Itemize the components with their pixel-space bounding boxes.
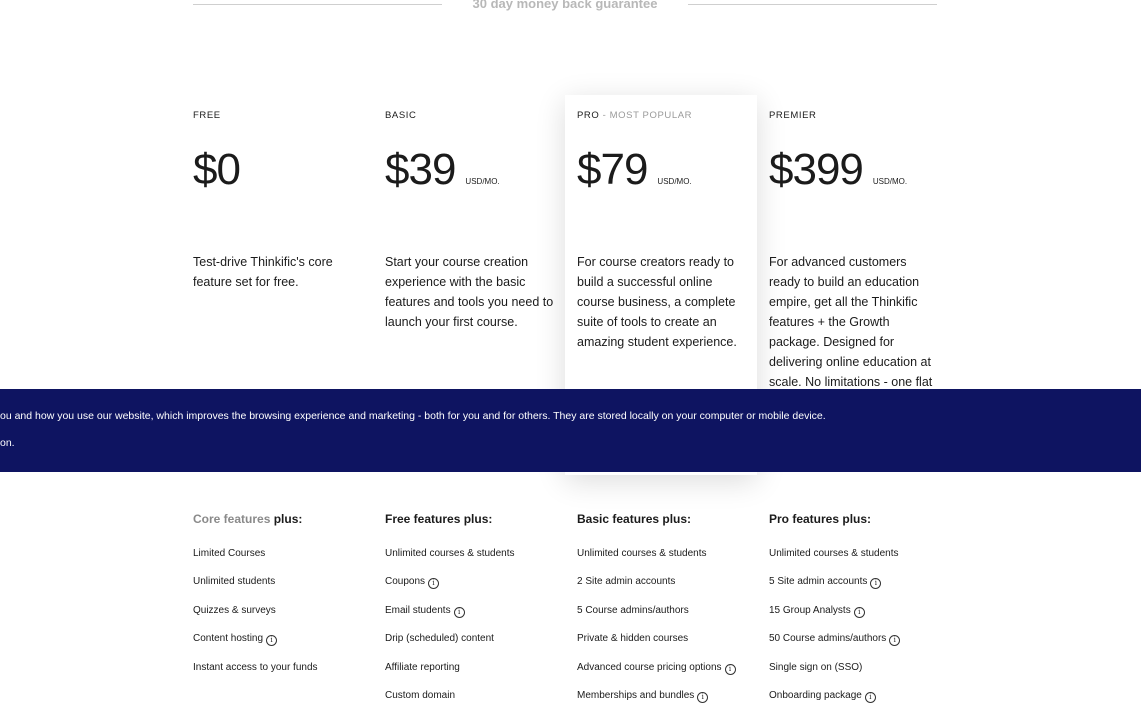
- plan-pro: PRO - MOST POPULAR $79 USD/MO. For cours…: [577, 110, 757, 352]
- plan-basic: BASIC $39 USD/MO. Start your course crea…: [385, 110, 565, 332]
- feature-item: 5 Site admin accounts i: [769, 575, 959, 603]
- features-free: Core features plus: Limited Courses Unlim…: [193, 512, 383, 689]
- feature-label: Private & hidden courses: [577, 633, 689, 645]
- plan-price: $39: [385, 145, 456, 194]
- feature-label: Affiliate reporting: [385, 661, 460, 673]
- feature-item: Unlimited courses & students: [769, 547, 959, 575]
- price-row: $39 USD/MO.: [385, 144, 565, 194]
- features-heading: Basic features plus:: [577, 512, 692, 526]
- features-pro: Basic features plus: Unlimited courses &…: [577, 512, 767, 717]
- info-icon[interactable]: i: [724, 663, 736, 675]
- features-heading: Core features plus:: [193, 512, 303, 526]
- feature-label: Unlimited courses & students: [385, 548, 515, 559]
- feature-label: Quizzes & surveys: [193, 604, 276, 616]
- plan-name: PREMIER: [769, 110, 817, 121]
- info-icon[interactable]: i: [864, 691, 876, 703]
- info-icon[interactable]: i: [853, 606, 865, 618]
- feature-label: 50 Course admins/authors: [769, 633, 887, 645]
- feature-item: Unlimited courses & students: [577, 547, 767, 575]
- feature-item: Unlimited courses & students: [385, 547, 575, 575]
- pricing-page: 30 day money back guarantee FREE $0 Test…: [0, 0, 1141, 717]
- feature-label: Unlimited courses & students: [769, 548, 899, 559]
- feature-label: Advanced course pricing options: [577, 661, 722, 673]
- feature-item: Advanced course pricing options i: [577, 661, 767, 689]
- feature-item: Private & hidden courses: [577, 632, 767, 660]
- price-row: $399 USD/MO.: [769, 144, 949, 194]
- features-premier: Pro features plus: Unlimited courses & s…: [769, 512, 959, 717]
- feature-item: 15 Group Analysts i: [769, 604, 959, 632]
- info-icon[interactable]: i: [870, 578, 882, 590]
- price-unit: USD/MO.: [465, 177, 500, 186]
- feature-item: Email students i: [385, 604, 575, 632]
- guarantee-divider-right: [688, 4, 937, 5]
- features-heading: Free features plus:: [385, 512, 493, 526]
- info-icon[interactable]: i: [266, 635, 278, 647]
- feature-label: 2 Site admin accounts: [577, 576, 676, 588]
- feature-item: Limited Courses: [193, 547, 383, 575]
- plan-price: $79: [577, 145, 648, 194]
- feature-label: Unlimited courses & students: [577, 548, 707, 559]
- plan-price: $0: [193, 145, 241, 194]
- feature-item: 5 Course admins/authors: [577, 604, 767, 632]
- info-icon[interactable]: i: [428, 578, 440, 590]
- price-unit: USD/MO.: [657, 177, 692, 186]
- feature-list: Unlimited courses & students 2 Site admin…: [577, 547, 767, 717]
- plan-price: $399: [769, 145, 864, 194]
- info-icon[interactable]: i: [697, 691, 709, 703]
- plan-description: Test-drive Thinkific's core feature set …: [193, 255, 333, 289]
- feature-item: Coupons i: [385, 575, 575, 603]
- feature-item: Drip (scheduled) content: [385, 632, 575, 660]
- feature-label: Coupons: [385, 576, 426, 588]
- info-icon[interactable]: i: [453, 606, 465, 618]
- feature-label: Onboarding package: [769, 689, 862, 701]
- feature-label: Limited Courses: [193, 548, 266, 559]
- cookie-banner: ou and how you use our website, which im…: [0, 389, 1141, 472]
- feature-item: Instant access to your funds: [193, 661, 383, 689]
- plan-name: BASIC: [385, 110, 417, 121]
- price-unit: USD/MO.: [872, 177, 908, 186]
- plan-free: FREE $0 Test-drive Thinkific's core feat…: [193, 110, 373, 292]
- plan-name: PRO - MOST POPULAR: [577, 110, 693, 121]
- cookie-banner-text: ou and how you use our website, which im…: [0, 410, 826, 422]
- feature-label: 15 Group Analysts: [769, 604, 851, 616]
- plan-name: FREE: [193, 110, 221, 121]
- feature-item: 50 Course admins/authors i: [769, 632, 959, 660]
- feature-list: Unlimited courses & students Coupons i Emai…: [385, 547, 575, 717]
- guarantee-divider-left: [193, 4, 442, 5]
- plan-description: For course creators ready to build a suc…: [577, 255, 737, 349]
- feature-label: 5 Course admins/authors: [577, 604, 689, 616]
- feature-label: Memberships and bundles: [577, 689, 695, 701]
- plan-premier: PREMIER $399 USD/MO. For advanced custom…: [769, 110, 949, 412]
- features-basic: Free features plus: Unlimited courses & …: [385, 512, 575, 717]
- plan-description: Start your course creation experience wi…: [385, 255, 554, 329]
- feature-label: Custom domain: [385, 689, 456, 701]
- feature-item: Memberships and bundles i: [577, 689, 767, 717]
- feature-label: 5 Site admin accounts: [769, 576, 868, 588]
- features-heading: Pro features plus:: [769, 512, 872, 526]
- feature-item: Onboarding package i: [769, 689, 959, 717]
- feature-label: Instant access to your funds: [193, 661, 318, 673]
- feature-item: Custom domain: [385, 689, 575, 717]
- feature-item: Content hosting i: [193, 632, 383, 660]
- price-row: $0: [193, 144, 373, 194]
- feature-list: Unlimited courses & students 5 Site admin…: [769, 547, 959, 717]
- feature-label: Email students: [385, 604, 451, 616]
- info-icon[interactable]: i: [889, 635, 901, 647]
- plan-description: For advanced customers ready to build an…: [769, 255, 933, 409]
- guarantee-text: 30 day money back guarantee: [472, 0, 658, 11]
- feature-list: Limited Courses Unlimited students Quizzes…: [193, 547, 383, 689]
- feature-item: Quizzes & surveys: [193, 604, 383, 632]
- price-row: $79 USD/MO.: [577, 144, 757, 194]
- feature-label: Single sign on (SSO): [769, 661, 863, 673]
- feature-label: Content hosting: [193, 633, 264, 645]
- feature-label: Unlimited students: [193, 576, 276, 588]
- feature-item: Unlimited students: [193, 575, 383, 603]
- feature-label: Drip (scheduled) content: [385, 633, 494, 645]
- feature-item: 2 Site admin accounts: [577, 575, 767, 603]
- cookie-banner-link-text[interactable]: on.: [0, 437, 15, 449]
- feature-item: Single sign on (SSO): [769, 661, 959, 689]
- feature-item: Affiliate reporting: [385, 661, 575, 689]
